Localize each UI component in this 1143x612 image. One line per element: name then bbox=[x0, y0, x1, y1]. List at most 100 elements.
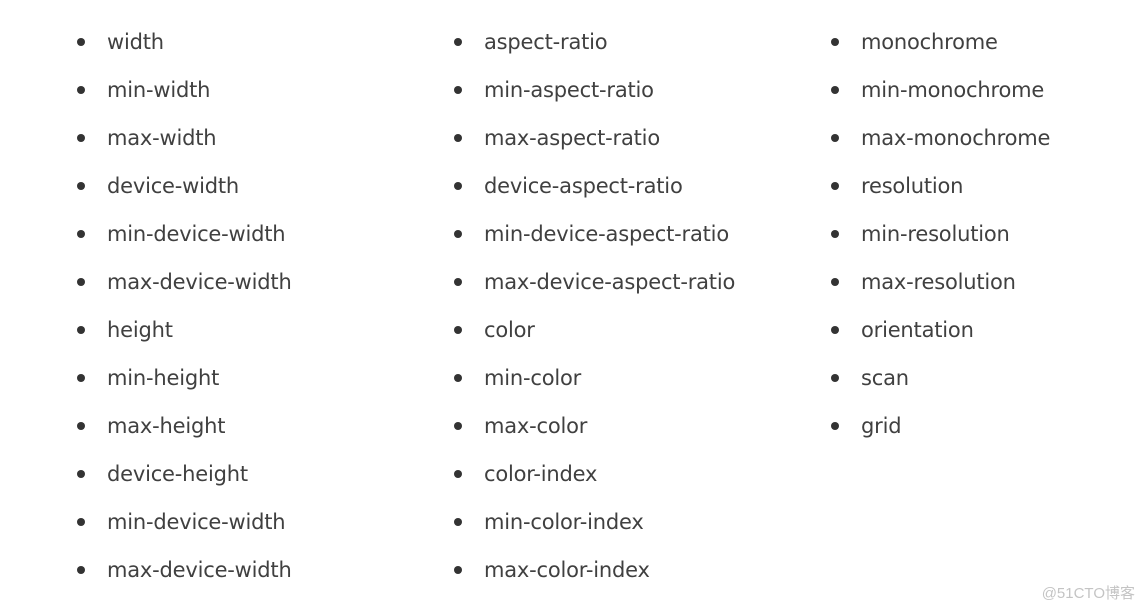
list-item: max-aspect-ratio bbox=[454, 114, 735, 162]
bullet-icon bbox=[77, 278, 85, 286]
bullet-icon bbox=[77, 38, 85, 46]
list-item-label: grid bbox=[861, 414, 902, 438]
list-item-label: min-color bbox=[484, 366, 582, 390]
list-item-label: color-index bbox=[484, 462, 598, 486]
media-feature-list-2: aspect-ratio min-aspect-ratio max-aspect-r… bbox=[454, 18, 736, 594]
bullet-icon bbox=[454, 38, 462, 46]
bullet-icon bbox=[77, 230, 85, 238]
list-item-label: max-device-aspect-ratio bbox=[484, 270, 736, 294]
list-item: max-device-width bbox=[77, 258, 292, 306]
bullet-icon bbox=[454, 182, 462, 190]
list-item: min-aspect-ratio bbox=[454, 66, 735, 114]
list-item: max-height bbox=[77, 402, 292, 450]
list-item: color bbox=[454, 306, 735, 354]
bullet-icon bbox=[454, 326, 462, 334]
bullet-icon bbox=[454, 230, 462, 238]
list-item: max-device-width bbox=[77, 546, 292, 594]
list-item: scan bbox=[831, 354, 1050, 402]
list-item-label: width bbox=[107, 30, 164, 54]
list-item: max-resolution bbox=[831, 258, 1050, 306]
list-item-label: monochrome bbox=[861, 30, 998, 54]
list-item-label: device-width bbox=[107, 174, 240, 198]
list-item: min-monochrome bbox=[831, 66, 1050, 114]
bullet-icon bbox=[454, 374, 462, 382]
list-item-label: min-device-width bbox=[107, 510, 286, 534]
list-item-label: color bbox=[484, 318, 535, 342]
list-item-label: min-color-index bbox=[484, 510, 644, 534]
bullet-icon bbox=[77, 326, 85, 334]
list-item: max-color-index bbox=[454, 546, 735, 594]
list-item: max-device-aspect-ratio bbox=[454, 258, 736, 306]
list-item-label: max-aspect-ratio bbox=[484, 126, 660, 150]
list-item-label: max-device-width bbox=[107, 270, 292, 294]
list-item-label: max-height bbox=[107, 414, 226, 438]
list-item-label: min-resolution bbox=[861, 222, 1010, 246]
bullet-icon bbox=[454, 422, 462, 430]
list-item-label: height bbox=[107, 318, 173, 342]
list-item-label: device-height bbox=[107, 462, 248, 486]
list-item-label: min-device-aspect-ratio bbox=[484, 222, 729, 246]
list-item: grid bbox=[831, 402, 1050, 450]
list-item-label: max-monochrome bbox=[861, 126, 1051, 150]
bullet-icon bbox=[831, 134, 839, 142]
list-item: max-color bbox=[454, 402, 735, 450]
bullet-icon bbox=[77, 470, 85, 478]
bullet-icon bbox=[77, 182, 85, 190]
bullet-icon bbox=[77, 86, 85, 94]
bullet-icon bbox=[77, 566, 85, 574]
list-item: device-width bbox=[77, 162, 292, 210]
list-item: aspect-ratio bbox=[454, 18, 735, 66]
media-feature-list-3: monochrome min-monochrome max-monochrome re… bbox=[831, 18, 1051, 450]
list-item-label: device-aspect-ratio bbox=[484, 174, 683, 198]
list-item: device-height bbox=[77, 450, 292, 498]
list-item-label: max-device-width bbox=[107, 558, 292, 582]
list-item: color-index bbox=[454, 450, 735, 498]
bullet-icon bbox=[77, 134, 85, 142]
media-feature-list-1: width min-width max-width device-width min-d… bbox=[77, 18, 292, 594]
bullet-icon bbox=[831, 374, 839, 382]
list-item: max-monochrome bbox=[831, 114, 1051, 162]
bullet-icon bbox=[831, 422, 839, 430]
bullet-icon bbox=[831, 278, 839, 286]
list-item: max-width bbox=[77, 114, 292, 162]
bullet-icon bbox=[831, 86, 839, 94]
list-item-label: scan bbox=[861, 366, 909, 390]
bullet-icon bbox=[831, 38, 839, 46]
list-item: min-device-width bbox=[77, 210, 292, 258]
list-item: min-width bbox=[77, 66, 292, 114]
list-item: min-resolution bbox=[831, 210, 1050, 258]
list-item: device-aspect-ratio bbox=[454, 162, 735, 210]
list-item-label: min-device-width bbox=[107, 222, 286, 246]
list-item: orientation bbox=[831, 306, 1050, 354]
list-item-label: resolution bbox=[861, 174, 964, 198]
list-item: min-device-aspect-ratio bbox=[454, 210, 735, 258]
bullet-icon bbox=[454, 86, 462, 94]
bullet-icon bbox=[454, 134, 462, 142]
list-item-label: min-height bbox=[107, 366, 220, 390]
list-item: min-device-width bbox=[77, 498, 292, 546]
list-item: width bbox=[77, 18, 292, 66]
bullet-icon bbox=[77, 374, 85, 382]
list-item: min-height bbox=[77, 354, 292, 402]
bullet-icon bbox=[77, 518, 85, 526]
bullet-icon bbox=[77, 422, 85, 430]
list-item: height bbox=[77, 306, 292, 354]
bullet-icon bbox=[831, 326, 839, 334]
list-item-label: min-width bbox=[107, 78, 211, 102]
bullet-icon bbox=[454, 278, 462, 286]
bullet-icon bbox=[831, 182, 839, 190]
list-item-label: max-resolution bbox=[861, 270, 1016, 294]
list-item-label: min-monochrome bbox=[861, 78, 1045, 102]
list-item: min-color bbox=[454, 354, 735, 402]
watermark: @51CTO博客 bbox=[1041, 585, 1135, 602]
list-item: resolution bbox=[831, 162, 1050, 210]
list-item: min-color-index bbox=[454, 498, 735, 546]
bullet-icon bbox=[454, 566, 462, 574]
list-item-label: max-width bbox=[107, 126, 217, 150]
list-item-label: max-color bbox=[484, 414, 588, 438]
bullet-icon bbox=[831, 230, 839, 238]
bullet-icon bbox=[454, 518, 462, 526]
list-item-label: min-aspect-ratio bbox=[484, 78, 654, 102]
bullet-icon bbox=[454, 470, 462, 478]
list-item: monochrome bbox=[831, 18, 1050, 66]
